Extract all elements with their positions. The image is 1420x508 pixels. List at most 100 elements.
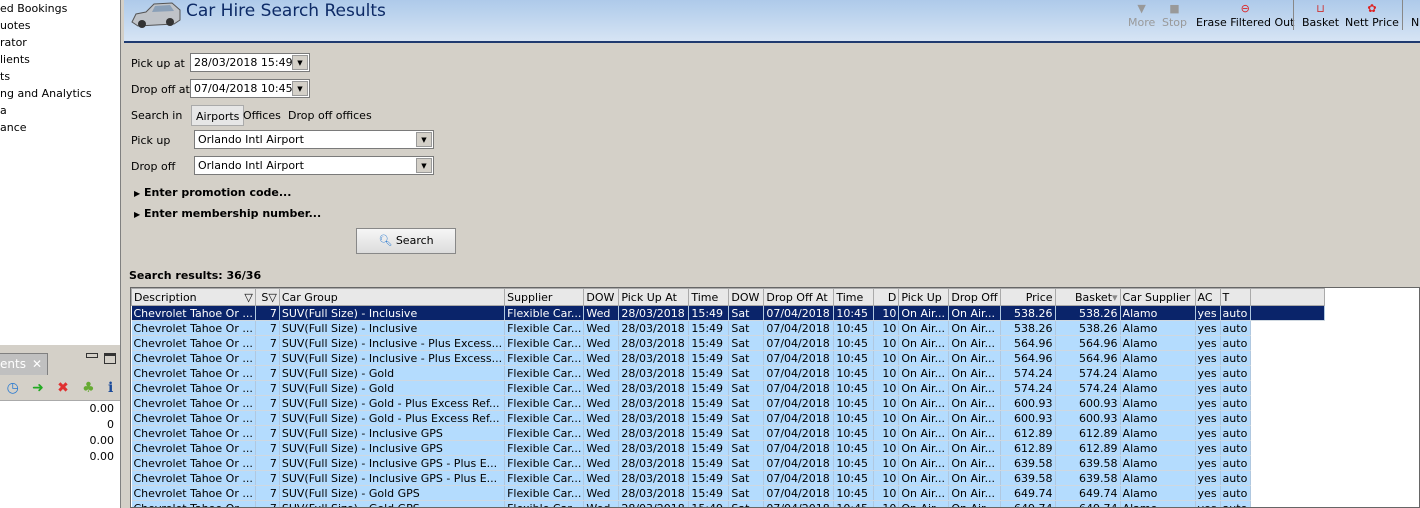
info-icon[interactable]: i	[108, 380, 113, 396]
table-cell: Chevrolet Tahoe Or ...	[131, 335, 256, 351]
table-row[interactable]: Chevrolet Tahoe Or ... 7 SUV(Full Size) - …	[131, 455, 1325, 471]
row-filler	[1250, 440, 1325, 456]
table-row[interactable]: Chevrolet Tahoe Or ... 7 SUV(Full Size) - …	[131, 440, 1325, 456]
table-cell: Alamo	[1120, 320, 1196, 336]
chevron-down-icon[interactable]: ▼	[416, 158, 432, 173]
table-cell: On Air...	[898, 440, 950, 456]
chevron-down-icon[interactable]: ▼	[292, 81, 308, 96]
column-header[interactable]: Drop Off	[948, 288, 1001, 306]
column-header[interactable]: Basket▾	[1054, 288, 1121, 306]
panel-tab[interactable]: ents ✕	[0, 353, 48, 375]
pickup-datetime-picker[interactable]: 28/03/2018 15:49 ▼	[190, 53, 310, 72]
close-icon[interactable]: ✕	[32, 354, 42, 374]
search-in-airports-tab[interactable]: Airports	[191, 105, 245, 126]
table-row[interactable]: Chevrolet Tahoe Or ... 7 SUV(Full Size) - …	[131, 410, 1325, 426]
column-header[interactable]: Pick Up At	[618, 288, 690, 306]
clock-refresh-icon[interactable]: ◷	[7, 380, 19, 396]
column-header[interactable]: Car Group	[278, 288, 506, 306]
column-header[interactable]: Time	[688, 288, 730, 306]
dropoff-datetime-picker[interactable]: 07/04/2018 10:45 ▼	[190, 79, 310, 98]
column-header[interactable]: Time	[833, 288, 875, 306]
nav-item[interactable]: lients	[0, 51, 120, 68]
table-cell: 10	[873, 350, 900, 366]
column-header[interactable]: D	[873, 288, 900, 306]
table-cell: 612.89	[1000, 425, 1056, 441]
table-row[interactable]: Chevrolet Tahoe Or ... 7 SUV(Full Size) - …	[131, 500, 1325, 507]
table-cell: On Air...	[948, 410, 1001, 426]
column-header[interactable]: S ▽	[254, 288, 280, 306]
table-cell: 7	[255, 500, 280, 507]
table-cell: Flexible Car...	[504, 470, 585, 486]
table-cell: 07/04/2018	[763, 500, 835, 507]
nav-item[interactable]: rator	[0, 34, 120, 51]
search-in-offices-tab[interactable]: Offices	[239, 105, 285, 126]
table-row[interactable]: Chevrolet Tahoe Or ... 7 SUV(Full Size) - …	[131, 380, 1325, 396]
nett-price-button[interactable]: ✿ Nett Price	[1345, 2, 1399, 29]
nav-item[interactable]: a	[0, 102, 120, 119]
table-row[interactable]: Chevrolet Tahoe Or ... 7 SUV(Full Size) - …	[131, 470, 1325, 486]
search-button[interactable]: 🔍︎ Search	[356, 228, 456, 254]
column-header[interactable]: Description ▽	[131, 288, 256, 306]
table-cell: 07/04/2018	[763, 365, 835, 381]
column-header[interactable]: T	[1219, 288, 1251, 306]
table-cell: 10	[873, 440, 900, 456]
table-cell: On Air...	[948, 365, 1001, 381]
nav-item[interactable]: ng and Analytics	[0, 85, 120, 102]
column-header[interactable]: DOW	[583, 288, 620, 306]
table-cell: Flexible Car...	[504, 365, 585, 381]
table-row[interactable]: Chevrolet Tahoe Or ... 7 SUV(Full Size) - …	[131, 305, 1325, 321]
table-cell: Wed	[583, 455, 620, 471]
nav-item[interactable]: ance	[0, 119, 120, 136]
table-row[interactable]: Chevrolet Tahoe Or ... 7 SUV(Full Size) - …	[131, 425, 1325, 441]
column-header[interactable]: Pick Up	[898, 288, 950, 306]
column-header[interactable]: Supplier	[504, 288, 585, 306]
n-button[interactable]: N	[1411, 2, 1419, 29]
dropoff-location-select[interactable]: Orlando Intl Airport ▼	[194, 156, 434, 175]
column-header[interactable]: Car Supplier	[1119, 288, 1196, 306]
table-cell: On Air...	[898, 380, 950, 396]
table-cell: auto	[1220, 350, 1251, 366]
basket-arrow-icon[interactable]: ➜	[32, 380, 44, 396]
nav-item[interactable]: ed Bookings	[0, 0, 120, 17]
chevron-down-icon[interactable]: ▼	[416, 132, 432, 147]
column-header[interactable]: DOW	[728, 288, 765, 306]
triangle-down-icon: ▼	[1137, 2, 1146, 15]
column-header[interactable]: Drop Off At	[763, 288, 835, 306]
table-cell: Chevrolet Tahoe Or ...	[131, 350, 256, 366]
palm-tree-icon[interactable]: ♣	[82, 380, 95, 396]
table-cell: Chevrolet Tahoe Or ...	[131, 440, 256, 456]
minimize-icon[interactable]	[86, 353, 98, 358]
table-row[interactable]: Chevrolet Tahoe Or ... 7 SUV(Full Size) - …	[131, 395, 1325, 411]
table-cell: On Air...	[898, 335, 950, 351]
nav-item[interactable]: ts	[0, 68, 120, 85]
table-cell: Sat	[728, 440, 765, 456]
chevron-down-icon[interactable]: ▼	[292, 55, 308, 70]
pickup-location-select[interactable]: Orlando Intl Airport ▼	[194, 130, 434, 149]
promotion-code-expander[interactable]: ▶ Enter promotion code...	[134, 186, 291, 199]
nav-item[interactable]: uotes	[0, 17, 120, 34]
table-cell: 15:49	[688, 395, 730, 411]
table-cell: On Air...	[898, 410, 950, 426]
dropoff-at-label: Drop off at	[131, 83, 190, 96]
panel-toolbar: ◷ ➜ ✖ ♣ i	[0, 375, 120, 401]
table-cell: SUV(Full Size) - Gold - Plus Excess Ref.…	[279, 410, 506, 426]
table-row[interactable]: Chevrolet Tahoe Or ... 7 SUV(Full Size) - …	[131, 350, 1325, 366]
filter-icon[interactable]: ▽	[244, 291, 252, 304]
table-cell: 574.24	[1055, 380, 1121, 396]
basket-button[interactable]: ⊔ Basket	[1302, 2, 1339, 29]
stop-button[interactable]: ■ Stop	[1162, 2, 1187, 29]
maximize-icon[interactable]	[104, 353, 116, 364]
table-row[interactable]: Chevrolet Tahoe Or ... 7 SUV(Full Size) - …	[131, 335, 1325, 351]
erase-filtered-out-button[interactable]: ⊖ Erase Filtered Out	[1196, 2, 1294, 29]
membership-number-expander[interactable]: ▶ Enter membership number...	[134, 207, 321, 220]
row-filler	[1250, 380, 1325, 396]
delete-icon[interactable]: ✖	[57, 380, 69, 396]
search-in-dropoff-offices-tab[interactable]: Drop off offices	[284, 105, 376, 126]
column-header[interactable]: AC	[1194, 288, 1221, 306]
column-header[interactable]: Price	[999, 288, 1056, 306]
filter-icon[interactable]: ▽	[268, 291, 276, 304]
table-row[interactable]: Chevrolet Tahoe Or ... 7 SUV(Full Size) - …	[131, 320, 1325, 336]
table-row[interactable]: Chevrolet Tahoe Or ... 7 SUV(Full Size) - …	[131, 485, 1325, 501]
table-row[interactable]: Chevrolet Tahoe Or ... 7 SUV(Full Size) - …	[131, 365, 1325, 381]
more-button[interactable]: ▼ More	[1128, 2, 1155, 29]
